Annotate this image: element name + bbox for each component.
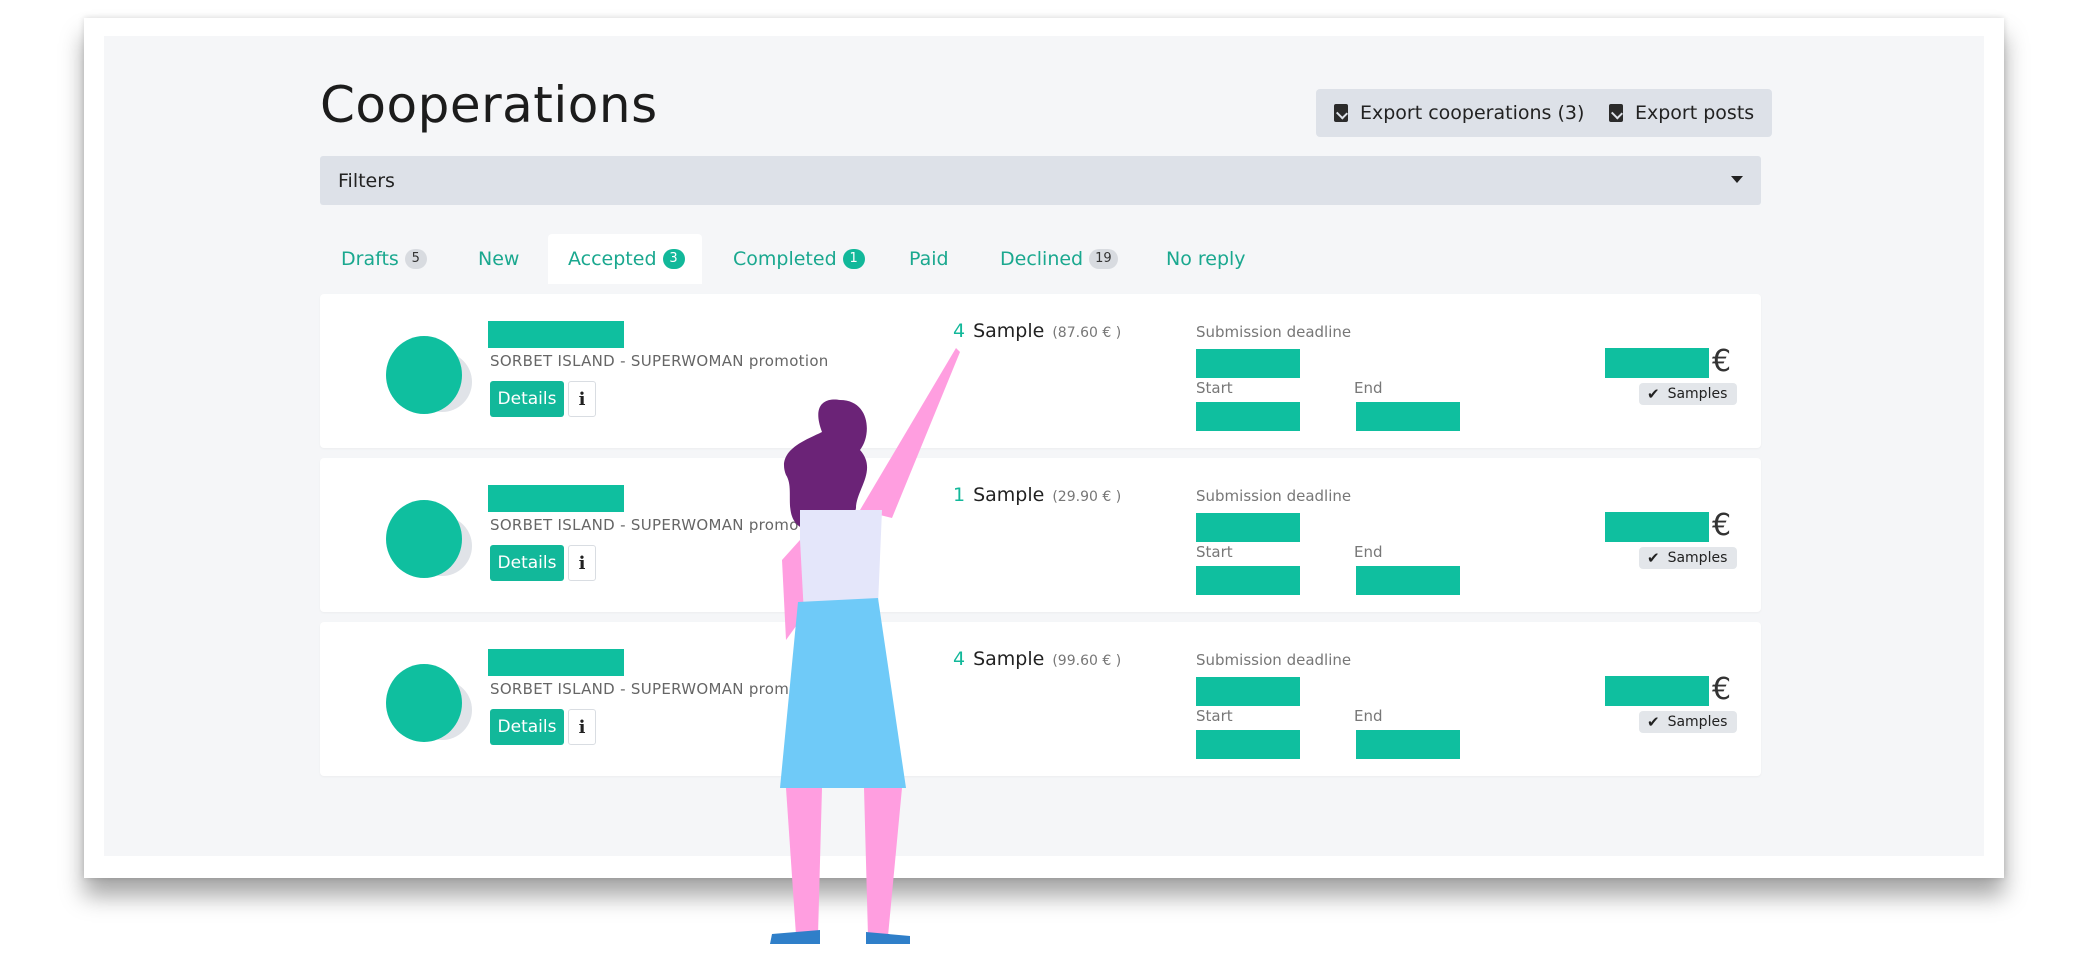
tab-paid[interactable]: Paid bbox=[889, 234, 969, 284]
file-export-icon bbox=[1609, 104, 1623, 122]
caret-down-icon bbox=[1731, 176, 1743, 183]
export-posts-button[interactable]: Export posts bbox=[1591, 89, 1773, 137]
left-leg bbox=[786, 788, 822, 935]
avatar bbox=[386, 336, 462, 414]
details-button[interactable]: Details bbox=[490, 545, 564, 581]
export-cooperations-button[interactable]: Export cooperations (3) bbox=[1316, 89, 1603, 137]
samples-tag: ✔ Samples bbox=[1639, 383, 1738, 405]
avatar bbox=[386, 664, 462, 742]
tab-new[interactable]: New bbox=[458, 234, 539, 284]
tab-label: Drafts bbox=[341, 248, 399, 270]
export-posts-label: Export posts bbox=[1635, 102, 1755, 124]
check-icon: ✔ bbox=[1647, 385, 1660, 403]
tab-label: Declined bbox=[1000, 248, 1084, 270]
samples-tag-label: Samples bbox=[1667, 386, 1728, 402]
sample-word: Sample bbox=[973, 648, 1045, 670]
redacted-name bbox=[488, 485, 624, 512]
tab-no-reply[interactable]: No reply bbox=[1146, 234, 1266, 284]
redacted-start bbox=[1196, 566, 1300, 595]
tab-count-badge: 1 bbox=[842, 249, 865, 269]
samples-tag-label: Samples bbox=[1667, 714, 1728, 730]
left-shoe bbox=[770, 930, 820, 944]
start-label: Start bbox=[1196, 379, 1233, 397]
redacted-name bbox=[488, 321, 624, 348]
samples-tag: ✔ Samples bbox=[1639, 711, 1738, 733]
tab-count-badge: 19 bbox=[1089, 249, 1118, 269]
samples-tag-label: Samples bbox=[1667, 550, 1728, 566]
redacted-amount bbox=[1605, 676, 1709, 706]
end-label: End bbox=[1354, 707, 1383, 725]
woman-pointing-illustration bbox=[770, 348, 960, 944]
check-icon: ✔ bbox=[1647, 713, 1660, 731]
cooperation-card: SORBET ISLAND - SUPERWOMAN promotion Det… bbox=[320, 294, 1761, 448]
tab-label: Accepted bbox=[568, 248, 657, 270]
tab-drafts[interactable]: Drafts 5 bbox=[321, 234, 447, 284]
details-button[interactable]: Details bbox=[490, 709, 564, 745]
currency-symbol: € bbox=[1712, 344, 1732, 379]
cooperation-card: SORBET ISLAND - SUPERWOMAN promotion Det… bbox=[320, 622, 1761, 776]
raised-arm bbox=[860, 348, 960, 518]
submission-deadline-label: Submission deadline bbox=[1196, 651, 1352, 669]
redacted-end bbox=[1356, 402, 1460, 431]
tab-label: Completed bbox=[733, 248, 837, 270]
info-button[interactable]: i bbox=[568, 545, 596, 581]
tab-count-badge: 5 bbox=[404, 249, 427, 269]
currency-symbol: € bbox=[1712, 672, 1732, 707]
skirt bbox=[780, 598, 906, 788]
tab-accepted[interactable]: Accepted 3 bbox=[548, 234, 702, 284]
submission-deadline-label: Submission deadline bbox=[1196, 487, 1352, 505]
submission-deadline-label: Submission deadline bbox=[1196, 323, 1352, 341]
filters-label: Filters bbox=[338, 169, 395, 192]
redacted-deadline bbox=[1196, 677, 1300, 706]
right-leg bbox=[864, 788, 902, 936]
end-label: End bbox=[1354, 543, 1383, 561]
redacted-deadline bbox=[1196, 513, 1300, 542]
page-title: Cooperations bbox=[320, 76, 658, 134]
tab-completed[interactable]: Completed 1 bbox=[713, 234, 885, 284]
sample-word: Sample bbox=[973, 320, 1045, 342]
tab-label: New bbox=[478, 248, 520, 270]
tab-label: Paid bbox=[909, 248, 949, 270]
sample-price: (29.90 € ) bbox=[1052, 489, 1122, 505]
redacted-amount bbox=[1605, 348, 1709, 378]
redacted-start bbox=[1196, 730, 1300, 759]
filters-toggle[interactable]: Filters bbox=[320, 156, 1761, 205]
start-label: Start bbox=[1196, 707, 1233, 725]
samples-tag: ✔ Samples bbox=[1639, 547, 1738, 569]
avatar bbox=[386, 500, 462, 578]
redacted-deadline bbox=[1196, 349, 1300, 378]
currency-symbol: € bbox=[1712, 508, 1732, 543]
tab-count-badge: 3 bbox=[662, 249, 685, 269]
sample-count: 4 bbox=[953, 320, 966, 342]
tab-label: No reply bbox=[1166, 248, 1246, 270]
tab-declined[interactable]: Declined 19 bbox=[980, 234, 1138, 284]
file-export-icon bbox=[1334, 104, 1348, 122]
sample-word: Sample bbox=[973, 484, 1045, 506]
sample-price: (99.60 € ) bbox=[1052, 653, 1122, 669]
redacted-end bbox=[1356, 730, 1460, 759]
info-button[interactable]: i bbox=[568, 709, 596, 745]
start-label: Start bbox=[1196, 543, 1233, 561]
sample-price: (87.60 € ) bbox=[1052, 325, 1122, 341]
torso bbox=[800, 510, 882, 608]
info-button[interactable]: i bbox=[568, 381, 596, 417]
check-icon: ✔ bbox=[1647, 549, 1660, 567]
redacted-amount bbox=[1605, 512, 1709, 542]
sample-summary: 4 Sample (87.60 € ) bbox=[953, 320, 1121, 342]
cooperation-card: SORBET ISLAND - SUPERWOMAN promotion Det… bbox=[320, 458, 1761, 612]
details-button[interactable]: Details bbox=[490, 381, 564, 417]
redacted-start bbox=[1196, 402, 1300, 431]
end-label: End bbox=[1354, 379, 1383, 397]
export-cooperations-label: Export cooperations (3) bbox=[1360, 102, 1585, 124]
redacted-end bbox=[1356, 566, 1460, 595]
redacted-name bbox=[488, 649, 624, 676]
